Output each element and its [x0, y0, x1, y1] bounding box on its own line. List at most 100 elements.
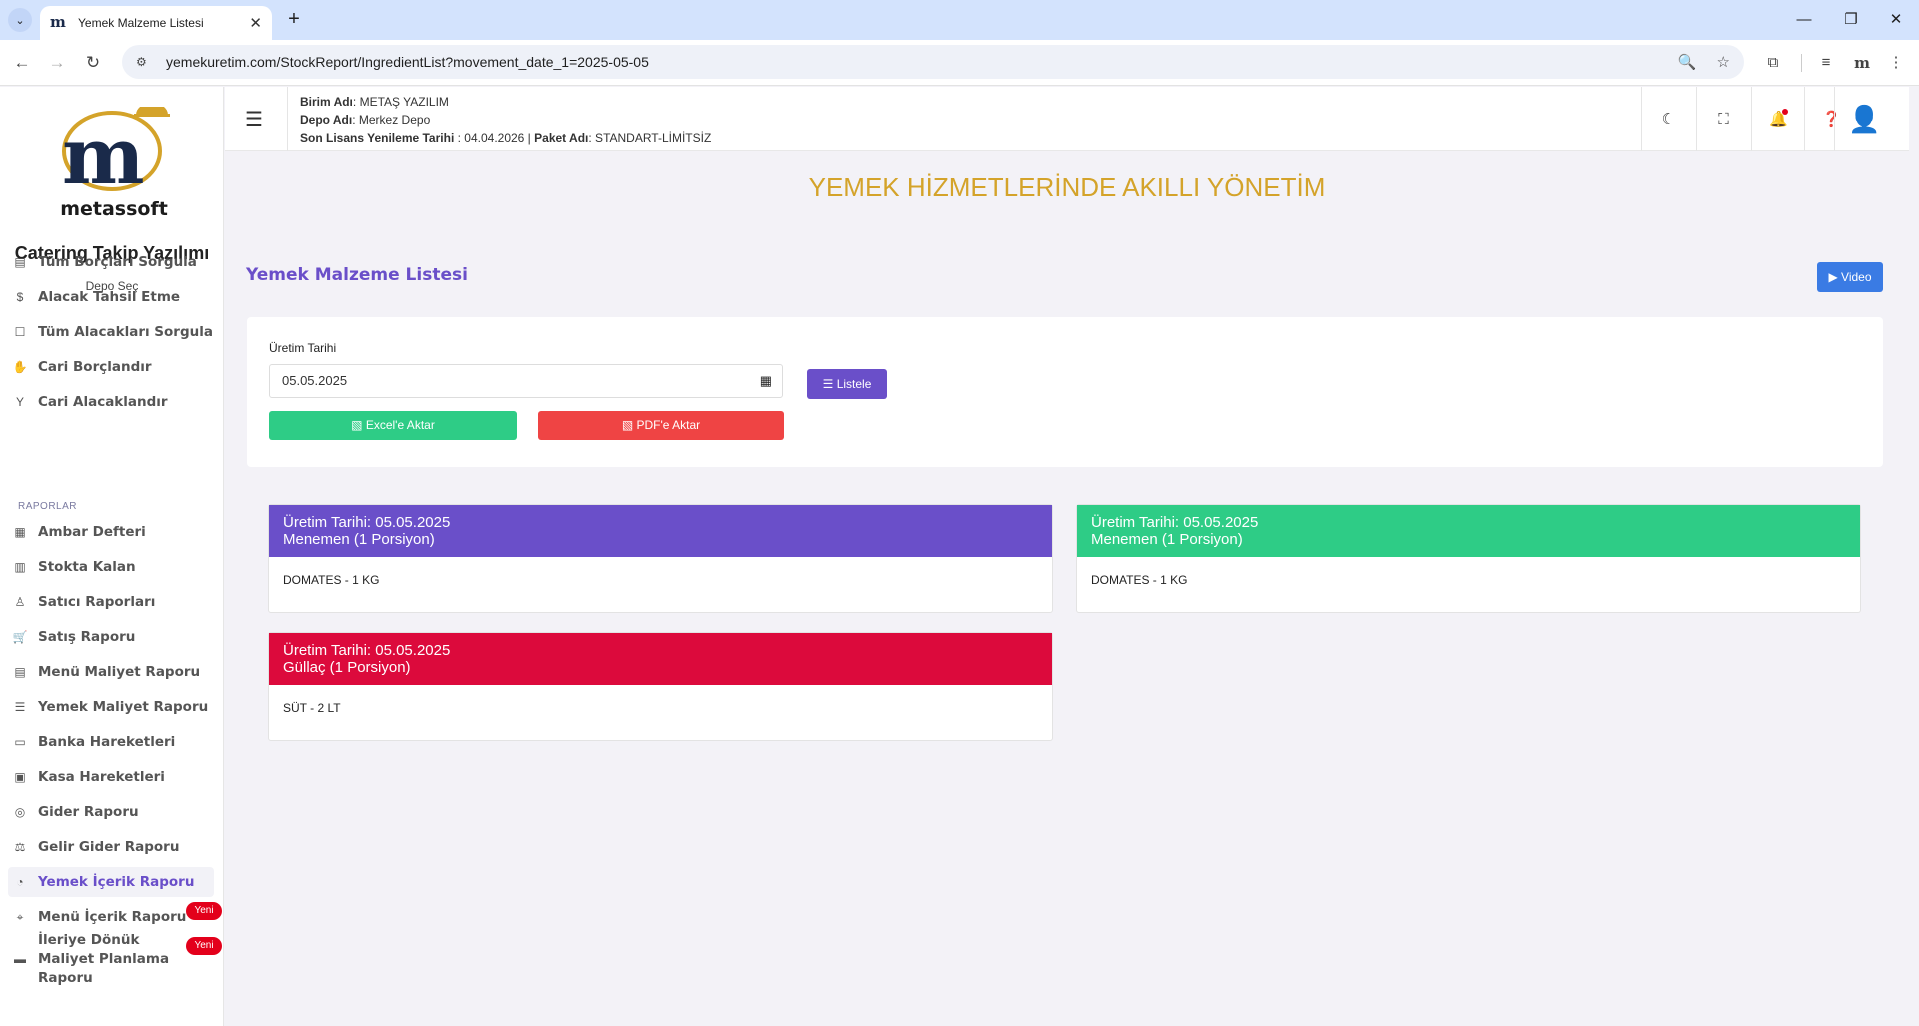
svg-text:m: m: [62, 111, 145, 202]
moon-icon: ☾: [1661, 111, 1676, 128]
hamburger-menu-icon[interactable]: ☰: [245, 107, 263, 132]
pdf-button-label: PDF'e Aktar: [636, 418, 701, 432]
notifications-button[interactable]: 🔔: [1751, 87, 1805, 151]
result-card: Üretim Tarihi: 05.05.2025 Güllaç (1 Pors…: [268, 632, 1053, 741]
result-date: Üretim Tarihi: 05.05.2025: [1091, 514, 1259, 531]
sidebar-item-ileriye-donuk-maliyet-planlama-raporu[interactable]: ▬ İleriye Dönük Maliyet Planlama Raporu …: [8, 932, 222, 986]
cart-icon: 🛒: [12, 630, 28, 644]
money-icon: $: [16, 290, 24, 304]
sidebar-item-satici-raporlari[interactable]: ♙ Satıcı Raporları: [8, 587, 214, 617]
video-button[interactable]: ▶ Video: [1817, 262, 1883, 292]
planning-icon: ▬: [14, 952, 26, 966]
license-info: Son Lisans Yenileme Tarihi : 04.04.2026 …: [300, 131, 711, 145]
excel-export-button[interactable]: ▧ Excel'e Aktar: [269, 411, 517, 440]
pdf-export-button[interactable]: ▧ PDF'e Aktar: [538, 411, 784, 440]
bank-icon: ▭: [14, 735, 26, 749]
sidebar-item-ambar-defteri[interactable]: ▦ Ambar Defteri: [8, 517, 214, 547]
more-menu-icon[interactable]: ⋮: [1884, 51, 1908, 75]
result-date: Üretim Tarihi: 05.05.2025: [283, 514, 451, 531]
sidebar-item-kasa-hareketleri[interactable]: ▣ Kasa Hareketleri: [8, 762, 214, 792]
zoom-icon[interactable]: 🔍: [1678, 53, 1697, 71]
browser-tab-strip: ⌄ m Yemek Malzeme Listesi ✕ + — ❐ ✕: [0, 0, 1919, 40]
sidebar-item-gider-raporu[interactable]: ◎ Gider Raporu: [8, 797, 214, 827]
sidebar-item-label: Cari Alacaklandır: [38, 394, 168, 410]
seller-icon: ♙: [14, 595, 26, 609]
sidebar-item-label: Gider Raporu: [38, 804, 139, 820]
favicon-icon: m: [50, 13, 66, 31]
depo-label: Depo Adı: [300, 113, 353, 127]
license-label: Son Lisans Yenileme Tarihi: [300, 131, 455, 145]
profile-extension-icon[interactable]: m: [1850, 51, 1874, 75]
sidebar-item-tum-alacaklari-sorgula[interactable]: ☐ Tüm Alacakları Sorgula: [8, 317, 214, 347]
result-card: Üretim Tarihi: 05.05.2025 Menemen (1 Por…: [268, 504, 1053, 613]
sidebar-item-satis-raporu[interactable]: 🛒 Satış Raporu: [8, 622, 214, 652]
sidebar-item-yemek-icerik-raporu[interactable]: ◔ Yemek İçerik Raporu: [8, 867, 214, 897]
result-meal: Menemen (1 Porsiyon): [283, 531, 435, 548]
extensions-icon[interactable]: ⧉: [1761, 51, 1785, 75]
menu-icon: ▤: [14, 665, 26, 679]
restore-button[interactable]: ❐: [1836, 8, 1866, 32]
address-bar[interactable]: ⚙ yemekuretim.com/StockReport/Ingredient…: [122, 45, 1744, 79]
result-card-header: Üretim Tarihi: 05.05.2025 Menemen (1 Por…: [1077, 505, 1860, 557]
sidebar-item-tum-borclari-sorgula[interactable]: ▤ Tüm Borçları Sorgula: [8, 247, 214, 277]
close-icon[interactable]: ✕: [249, 14, 262, 32]
sidebar-item-alacak-tahsil-etme[interactable]: $ Alacak Tahsil Etme: [8, 282, 214, 312]
section-title-reports: RAPORLAR: [18, 501, 78, 512]
list-icon: ☰: [14, 700, 26, 714]
birim-value: : METAŞ YAZILIM: [352, 95, 449, 109]
metassoft-logo: m metassoft: [60, 107, 170, 219]
ledger-icon: ▦: [14, 525, 26, 539]
result-meal: Menemen (1 Porsiyon): [1091, 531, 1243, 548]
sidebar-item-cari-alacaklandir[interactable]: Y Cari Alacaklandır: [8, 387, 214, 417]
coins-icon: ◎: [14, 805, 26, 819]
url-text[interactable]: yemekuretim.com/StockReport/IngredientLi…: [166, 54, 1658, 70]
filter-card: Üretim Tarihi 05.05.2025 ▦ ☰ Listele ▧ E…: [247, 317, 1883, 467]
result-ingredient: DOMATES - 1 KG: [1091, 573, 1188, 587]
date-label: Üretim Tarihi: [269, 341, 337, 355]
result-ingredient: DOMATES - 1 KG: [283, 573, 380, 587]
sidebar-item-banka-hareketleri[interactable]: ▭ Banka Hareketleri: [8, 727, 214, 757]
close-window-button[interactable]: ✕: [1881, 8, 1911, 32]
forward-button[interactable]: →: [45, 51, 69, 75]
sidebar-item-menu-maliyet-raporu[interactable]: ▤ Menü Maliyet Raporu: [8, 657, 214, 687]
bookmark-star-icon[interactable]: ☆: [1717, 53, 1730, 71]
balance-icon: ⚖: [14, 840, 26, 854]
fullscreen-button[interactable]: ⛶: [1696, 87, 1750, 151]
browser-toolbar: ← → ↻ ⚙ yemekuretim.com/StockReport/Ingr…: [0, 40, 1919, 86]
dark-mode-toggle[interactable]: ☾: [1641, 87, 1695, 151]
site-info-icon[interactable]: ⚙: [136, 55, 160, 69]
sidebar-item-label: Yemek İçerik Raporu: [38, 874, 195, 890]
list-icon: ☰: [822, 377, 837, 391]
reload-button[interactable]: ↻: [81, 51, 105, 75]
chevron-down-icon: ⌄: [15, 14, 25, 27]
sidebar-item-menu-icerik-raporu[interactable]: ⌖ Menü İçerik Raporu Yeni: [8, 902, 222, 932]
sidebar-item-yemek-maliyet-raporu[interactable]: ☰ Yemek Maliyet Raporu: [8, 692, 214, 722]
sidebar-item-stokta-kalan[interactable]: ▥ Stokta Kalan: [8, 552, 214, 582]
user-avatar-icon: 👤: [1848, 103, 1881, 134]
document-icon: ☐: [14, 325, 26, 339]
sidebar-item-label: Tüm Alacakları Sorgula: [38, 324, 213, 340]
package-value: : STANDART-LİMİTSİZ: [588, 131, 712, 145]
top-header: ☰ Birim Adı: METAŞ YAZILIM Depo Adı: Mer…: [225, 87, 1909, 151]
back-button[interactable]: ←: [10, 51, 34, 75]
new-tab-button[interactable]: +: [282, 8, 306, 32]
sidebar-item-gelir-gider-raporu[interactable]: ⚖ Gelir Gider Raporu: [8, 832, 214, 862]
depo-info: Depo Adı: Merkez Depo: [300, 113, 430, 127]
tab-search-button[interactable]: ⌄: [8, 8, 32, 32]
stock-icon: ▥: [14, 560, 26, 574]
result-date: Üretim Tarihi: 05.05.2025: [283, 642, 451, 659]
media-icon[interactable]: ≡: [1814, 51, 1838, 75]
calendar-icon[interactable]: ▦: [760, 365, 772, 397]
production-date-input[interactable]: 05.05.2025 ▦: [269, 364, 783, 398]
user-menu-button[interactable]: 👤: [1834, 87, 1894, 151]
minimize-button[interactable]: —: [1789, 8, 1819, 32]
excel-button-label: Excel'e Aktar: [365, 418, 435, 432]
pie-icon: ◔: [16, 875, 24, 889]
excel-file-icon: ▧: [351, 418, 366, 432]
list-button[interactable]: ☰ Listele: [807, 369, 887, 399]
browser-tab[interactable]: m Yemek Malzeme Listesi ✕: [40, 6, 272, 40]
package-label: Paket Adı: [534, 131, 589, 145]
pdf-file-icon: ▧: [621, 418, 637, 432]
sidebar-item-cari-borclandir[interactable]: ✋ Cari Borçlandır: [8, 352, 214, 382]
sidebar-item-label: Tüm Borçları Sorgula: [38, 254, 197, 270]
